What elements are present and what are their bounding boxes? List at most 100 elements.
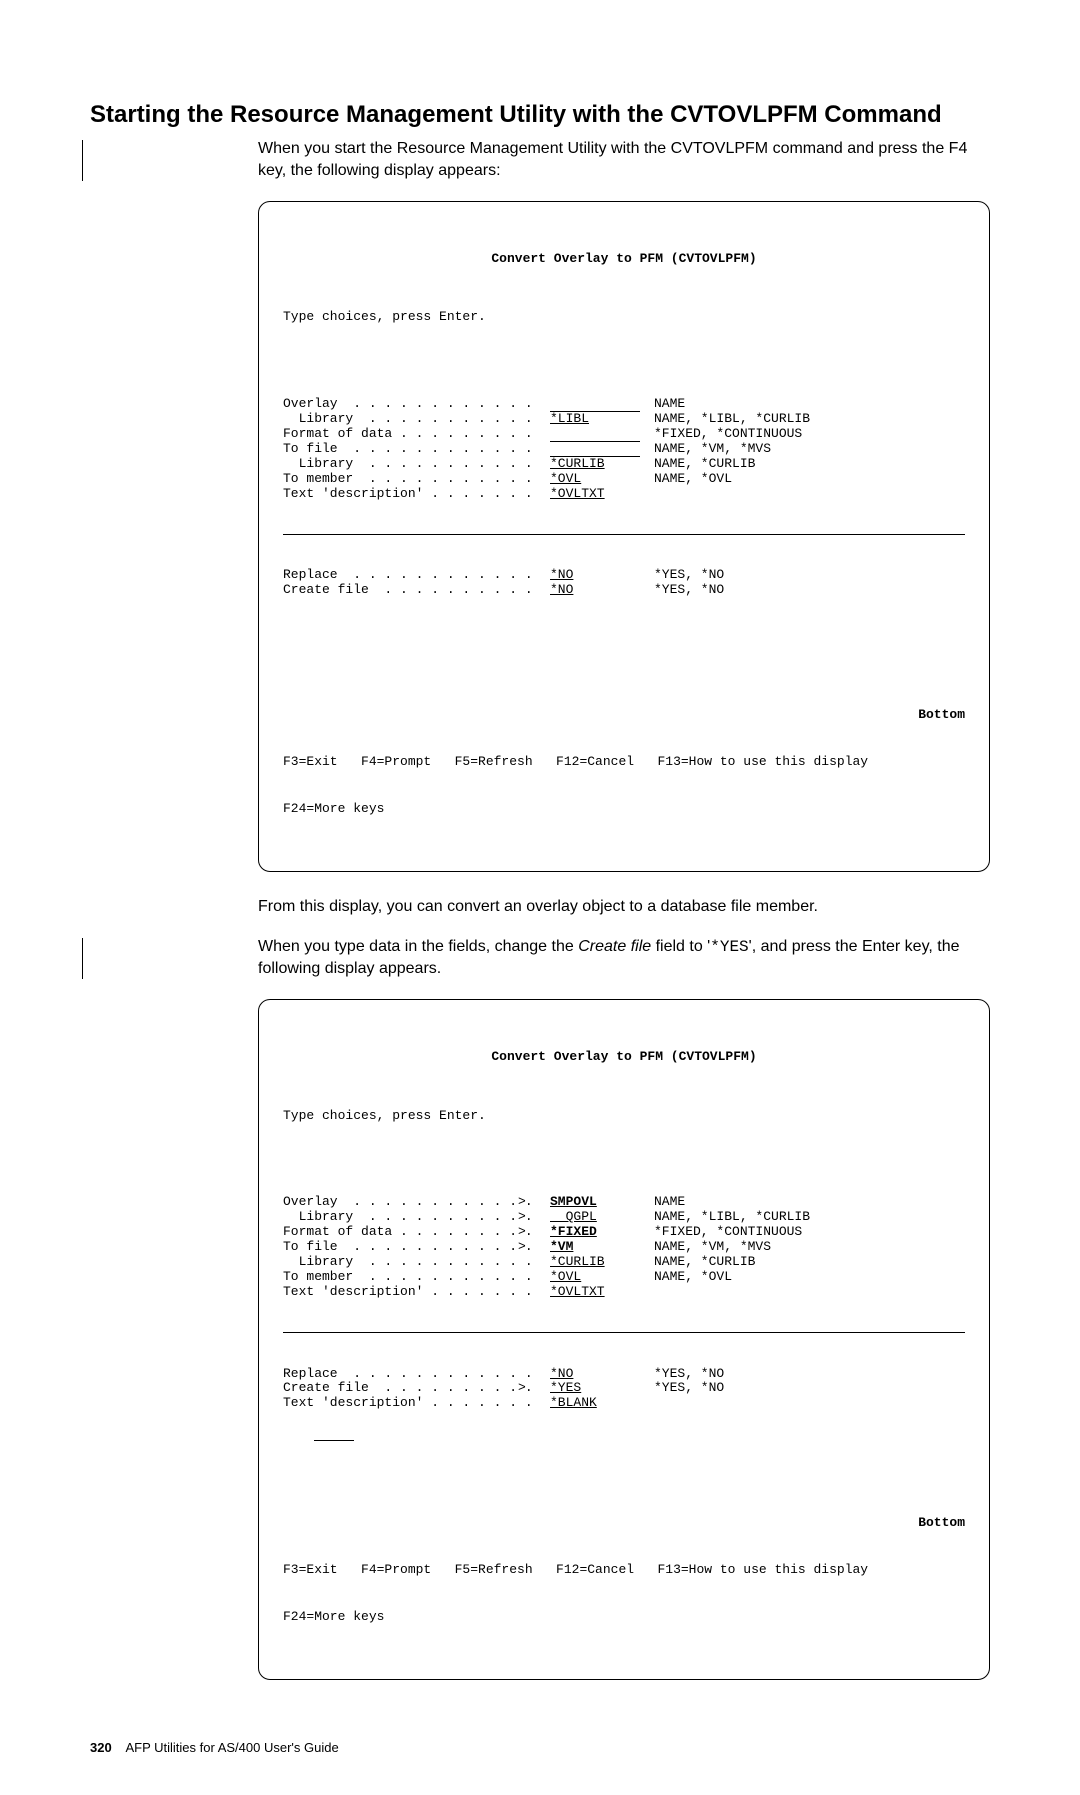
field-prompt-marker <box>518 1367 550 1382</box>
field-value[interactable]: *OVLTXT <box>550 1285 654 1300</box>
page-container: Starting the Resource Management Utility… <box>0 0 1080 1795</box>
field-hint: *YES, *NO <box>654 1381 965 1396</box>
field-prompt-marker <box>518 397 550 412</box>
intro-paragraph: When you start the Resource Management U… <box>90 138 990 183</box>
terminal-screen-1: Convert Overlay to PFM (CVTOVLPFM) Type … <box>258 201 990 872</box>
field-label: Library . . . . . . . . . . . <box>283 1255 518 1270</box>
field-hint: NAME <box>654 397 965 412</box>
text: When you type data in the fields, change… <box>258 938 578 955</box>
field-label: Text 'description' . . . . . . . <box>283 1285 518 1300</box>
italic-create-file: Create file <box>578 938 651 955</box>
field-row: Text 'description' . . . . . . . *OVLTXT <box>283 487 965 502</box>
field-label: Overlay . . . . . . . . . . . . <box>283 1195 518 1210</box>
field-hint: NAME, *VM, *MVS <box>654 1240 965 1255</box>
field-hint: NAME, *LIBL, *CURLIB <box>654 412 965 427</box>
field-hint: NAME, *OVL <box>654 472 965 487</box>
field-value[interactable]: *NO <box>550 583 654 598</box>
field-row: Library . . . . . . . . . . . *LIBLNAME, … <box>283 412 965 427</box>
field-prompt-marker: > <box>518 1210 550 1225</box>
terminal-title: Convert Overlay to PFM (CVTOVLPFM) <box>283 1050 965 1065</box>
field-label: Format of data . . . . . . . . . <box>283 427 518 442</box>
field-hint: *YES, *NO <box>654 1367 965 1382</box>
field-value[interactable]: *CURLIB <box>550 1255 654 1270</box>
field-prompt-marker <box>518 1396 550 1411</box>
field-row: To file . . . . . . . . . . . .> *VMNAME… <box>283 1240 965 1255</box>
bottom-indicator: Bottom <box>283 708 965 723</box>
field-value[interactable]: *OVLTXT <box>550 487 654 502</box>
field-label: Create file . . . . . . . . . . <box>283 583 518 598</box>
field-value[interactable]: *LIBL <box>550 412 654 427</box>
field-prompt-marker <box>518 487 550 502</box>
function-keys-line2: F24=More keys <box>283 802 965 817</box>
terminal-title: Convert Overlay to PFM (CVTOVLPFM) <box>283 252 965 267</box>
field-prompt-marker: > <box>518 1225 550 1240</box>
field-hint: *FIXED, *CONTINUOUS <box>654 427 965 442</box>
field-value[interactable]: *BLANK <box>550 1396 654 1411</box>
field-hint: NAME, *VM, *MVS <box>654 442 965 457</box>
field-value[interactable]: QGPL <box>550 1210 654 1225</box>
field-prompt-marker <box>518 583 550 598</box>
field-label: Format of data . . . . . . . . . <box>283 1225 518 1240</box>
field-row: Replace . . . . . . . . . . . . *NO*YES, … <box>283 568 965 583</box>
function-keys-line2: F24=More keys <box>283 1610 965 1625</box>
field-label: Replace . . . . . . . . . . . . <box>283 1367 518 1382</box>
field-value[interactable]: *FIXED <box>550 1225 654 1240</box>
field-value[interactable] <box>550 442 654 457</box>
field-label: Create file . . . . . . . . . . <box>283 1381 518 1396</box>
field-prompt-marker <box>518 568 550 583</box>
function-keys-line1: F3=Exit F4=Prompt F5=Refresh F12=Cancel … <box>283 755 965 770</box>
field-label: Overlay . . . . . . . . . . . . <box>283 397 518 412</box>
field-prompt-marker <box>518 1270 550 1285</box>
field-hint: NAME <box>654 1195 965 1210</box>
field-row: Overlay . . . . . . . . . . . . NAME <box>283 397 965 412</box>
field-row: Text 'description' . . . . . . . *OVLTXT <box>283 1285 965 1300</box>
field-label: Text 'description' . . . . . . . <box>283 487 518 502</box>
field-value[interactable]: *VM <box>550 1240 654 1255</box>
field-hint: *FIXED, *CONTINUOUS <box>654 1225 965 1240</box>
field-hint: NAME, *CURLIB <box>654 457 965 472</box>
field-value[interactable]: SMPOVL <box>550 1195 654 1210</box>
footer-text: AFP Utilities for AS/400 User's Guide <box>125 1740 338 1755</box>
field-hint: NAME, *LIBL, *CURLIB <box>654 1210 965 1225</box>
function-keys-line1: F3=Exit F4=Prompt F5=Refresh F12=Cancel … <box>283 1563 965 1578</box>
paragraph-after-screen1: From this display, you can convert an ov… <box>90 896 990 918</box>
field-value[interactable]: *NO <box>550 568 654 583</box>
field-label: Replace . . . . . . . . . . . . <box>283 568 518 583</box>
field-value[interactable]: *YES <box>550 1381 654 1396</box>
field-label: Library . . . . . . . . . . . <box>283 412 518 427</box>
text: field to ' <box>651 938 710 955</box>
field-row: To file . . . . . . . . . . . .NAME, *VM… <box>283 442 965 457</box>
page-number: 320 <box>90 1740 112 1755</box>
field-value[interactable]: *NO <box>550 1367 654 1382</box>
mono-yes: *YES <box>710 938 748 956</box>
field-hint: *YES, *NO <box>654 568 965 583</box>
field-prompt-marker <box>518 1285 550 1300</box>
field-value[interactable] <box>550 397 654 412</box>
field-label: To member . . . . . . . . . . . <box>283 472 518 487</box>
field-row: Library . . . . . . . . . . . *CURLIBNAM… <box>283 1255 965 1270</box>
field-label: Library . . . . . . . . . . . <box>283 1210 518 1225</box>
field-row: Replace . . . . . . . . . . . . *NO*YES,… <box>283 1367 965 1382</box>
field-hint: NAME, *OVL <box>654 1270 965 1285</box>
field-prompt-marker <box>518 472 550 487</box>
field-prompt-marker: > <box>518 1195 550 1210</box>
paragraph-createfile: When you type data in the fields, change… <box>90 936 990 981</box>
field-value[interactable]: *OVL <box>550 472 654 487</box>
field-hint <box>654 487 965 502</box>
field-value[interactable]: *CURLIB <box>550 457 654 472</box>
field-row: Create file . . . . . . . . . . *NO*YES, … <box>283 583 965 598</box>
field-hint: *YES, *NO <box>654 583 965 598</box>
field-row: Format of data . . . . . . . . . *FIXED, … <box>283 427 965 442</box>
field-value[interactable]: *OVL <box>550 1270 654 1285</box>
field-label: To member . . . . . . . . . . . <box>283 1270 518 1285</box>
field-row: To member . . . . . . . . . . . *OVLNAME,… <box>283 472 965 487</box>
field-label: Text 'description' . . . . . . . <box>283 1396 518 1411</box>
field-label: To file . . . . . . . . . . . . <box>283 1240 518 1255</box>
field-label: Library . . . . . . . . . . . <box>283 457 518 472</box>
field-prompt-marker: > <box>518 1381 550 1396</box>
terminal-screen-2: Convert Overlay to PFM (CVTOVLPFM) Type … <box>258 999 990 1680</box>
field-row: Format of data . . . . . . . . .> *FIXED… <box>283 1225 965 1240</box>
bottom-indicator: Bottom <box>283 1516 965 1531</box>
field-row: Create file . . . . . . . . . .> *YES*YE… <box>283 1381 965 1396</box>
field-value[interactable] <box>550 427 654 442</box>
